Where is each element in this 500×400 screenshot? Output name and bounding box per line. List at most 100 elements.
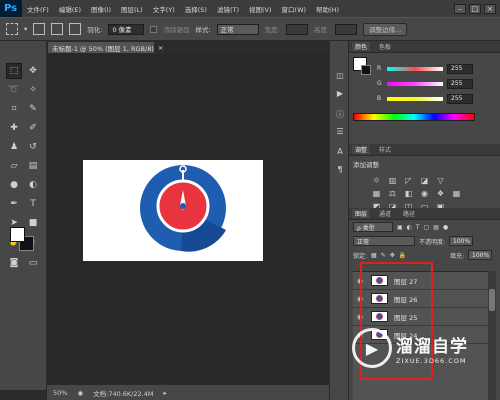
menu-view[interactable]: 视图(V) bbox=[244, 4, 277, 14]
fill-input[interactable]: 100% bbox=[468, 250, 492, 260]
subtract-selection-icon[interactable] bbox=[69, 23, 82, 35]
vibrance-icon[interactable]: ▽ bbox=[435, 175, 446, 185]
lock-transparent-icon[interactable]: ▦ bbox=[371, 252, 377, 259]
tab-paths[interactable]: 路径 bbox=[400, 209, 418, 218]
layer-row[interactable]: ◉ 图层 27 bbox=[353, 272, 488, 290]
layer-row[interactable]: ◉ 图层 24 bbox=[353, 326, 488, 344]
tab-swatches[interactable]: 色板 bbox=[376, 42, 394, 51]
filter-type-icon[interactable]: T bbox=[416, 224, 420, 231]
color-spectrum[interactable] bbox=[353, 113, 475, 121]
lock-move-icon[interactable]: ✥ bbox=[390, 252, 395, 259]
filter-pixel-icon[interactable]: ▣ bbox=[397, 224, 403, 231]
new-selection-icon[interactable] bbox=[33, 23, 46, 35]
tab-adjustments[interactable]: 调整 bbox=[352, 145, 371, 154]
visibility-eye-icon[interactable]: ◉ bbox=[357, 277, 365, 285]
black-white-icon[interactable]: ◧ bbox=[403, 188, 414, 198]
move-icon[interactable]: ✥ bbox=[25, 63, 41, 79]
exposure-icon[interactable]: ◪ bbox=[419, 175, 430, 185]
opacity-input[interactable]: 100% bbox=[449, 236, 474, 246]
channel-g-slider[interactable] bbox=[387, 81, 443, 86]
visibility-eye-icon[interactable]: ◉ bbox=[357, 295, 365, 303]
pen-icon[interactable]: ✒ bbox=[6, 196, 22, 212]
add-selection-icon[interactable] bbox=[51, 23, 64, 35]
menu-help[interactable]: 帮助(H) bbox=[311, 4, 344, 14]
channel-r-value[interactable]: 255 bbox=[447, 63, 473, 74]
foreground-color-swatch[interactable] bbox=[10, 227, 25, 242]
height-input[interactable] bbox=[335, 23, 358, 35]
status-info-icon[interactable]: ◉ bbox=[77, 389, 83, 397]
menu-layer[interactable]: 图层(L) bbox=[116, 4, 148, 14]
antialias-checkbox[interactable] bbox=[150, 25, 158, 33]
filter-adjust-icon[interactable]: ◐ bbox=[407, 224, 412, 231]
maximize-icon[interactable]: □ bbox=[469, 3, 481, 14]
zoom-level[interactable]: 50% bbox=[53, 389, 67, 397]
filter-shape-icon[interactable]: ▢ bbox=[424, 224, 430, 231]
curves-icon[interactable]: ◸ bbox=[403, 175, 414, 185]
healing-brush-icon[interactable]: ✚ bbox=[6, 120, 22, 136]
scroll-thumb[interactable] bbox=[489, 289, 495, 311]
history-icon[interactable]: ◫ bbox=[334, 71, 346, 83]
dropdown-arrow-icon[interactable]: ▾ bbox=[24, 25, 27, 33]
gradient-icon[interactable]: ▤ bbox=[25, 158, 41, 174]
visibility-eye-icon[interactable]: ◉ bbox=[357, 313, 365, 321]
eyedropper-icon[interactable]: ✎ bbox=[25, 101, 41, 117]
lock-all-icon[interactable]: 🔒 bbox=[399, 252, 406, 259]
menu-filter[interactable]: 滤镜(T) bbox=[212, 4, 244, 14]
menu-file[interactable]: 文件(F) bbox=[22, 4, 54, 14]
filter-smart-icon[interactable]: ▤ bbox=[433, 224, 439, 231]
tab-close-icon[interactable]: × bbox=[158, 44, 163, 52]
layer-filter-select[interactable]: ρ 类型 bbox=[353, 222, 393, 232]
tab-layers[interactable]: 图层 bbox=[352, 209, 371, 218]
channel-r-slider[interactable] bbox=[387, 66, 443, 71]
channel-g-value[interactable]: 255 bbox=[447, 78, 473, 89]
channel-b-value[interactable]: 255 bbox=[447, 93, 473, 104]
layer-row[interactable]: ◉ 图层 26 bbox=[353, 290, 488, 308]
document-tab[interactable]: 未标题-1 @ 50% (图层 1, RGB/8) × bbox=[47, 41, 163, 54]
blend-mode-select[interactable]: 正常 bbox=[353, 236, 415, 246]
levels-icon[interactable]: ▥ bbox=[387, 175, 398, 185]
info-icon[interactable]: ⓘ bbox=[334, 109, 346, 121]
menu-select[interactable]: 选择(S) bbox=[180, 4, 212, 14]
paragraph-icon[interactable]: ¶ bbox=[334, 165, 346, 177]
brightness-icon[interactable]: ☼ bbox=[371, 175, 382, 185]
text-icon[interactable]: T bbox=[25, 196, 41, 212]
close-icon[interactable]: × bbox=[484, 3, 496, 14]
hue-saturation-icon[interactable]: ▦ bbox=[371, 188, 382, 198]
filter-toggle-icon[interactable]: ● bbox=[443, 224, 448, 231]
stamp-icon[interactable]: ♟ bbox=[6, 139, 22, 155]
color-lookup-icon[interactable]: ▦ bbox=[451, 188, 462, 198]
blur-icon[interactable]: ● bbox=[6, 177, 22, 193]
lasso-icon[interactable]: ➰ bbox=[6, 82, 22, 98]
channel-mixer-icon[interactable]: ❖ bbox=[435, 188, 446, 198]
canvas[interactable] bbox=[83, 160, 263, 261]
crop-icon[interactable]: ⌗ bbox=[6, 101, 22, 117]
magic-wand-icon[interactable]: ✧ bbox=[25, 82, 41, 98]
layer-row[interactable]: ◉ 图层 25 bbox=[353, 308, 488, 326]
tab-channels[interactable]: 通道 bbox=[376, 209, 394, 218]
minimize-icon[interactable]: – bbox=[454, 3, 466, 14]
photo-filter-icon[interactable]: ◉ bbox=[419, 188, 430, 198]
visibility-eye-icon[interactable]: ◉ bbox=[357, 331, 365, 339]
tab-styles[interactable]: 样式 bbox=[376, 145, 394, 154]
style-select[interactable]: 正常 bbox=[216, 23, 259, 35]
character-icon[interactable]: A bbox=[334, 147, 346, 159]
history-brush-icon[interactable]: ↺ bbox=[25, 139, 41, 155]
menu-window[interactable]: 窗口(W) bbox=[277, 4, 312, 14]
marquee-tool-icon[interactable] bbox=[6, 23, 18, 35]
color-bg-swatch[interactable] bbox=[361, 65, 371, 75]
refine-edge-button[interactable]: 调整边缘... bbox=[363, 22, 408, 36]
lock-brush-icon[interactable]: ✎ bbox=[381, 252, 386, 259]
screen-mode-icon[interactable]: ▭ bbox=[25, 255, 41, 271]
menu-type[interactable]: 文字(Y) bbox=[148, 4, 180, 14]
color-balance-icon[interactable]: ⚖ bbox=[387, 188, 398, 198]
menu-edit[interactable]: 编辑(E) bbox=[54, 4, 86, 14]
brush-icon[interactable]: ✐ bbox=[25, 120, 41, 136]
width-input[interactable] bbox=[285, 23, 308, 35]
shape-icon[interactable]: ■ bbox=[25, 215, 41, 231]
actions-icon[interactable]: ▶ bbox=[334, 89, 346, 101]
layers-scrollbar[interactable] bbox=[488, 271, 496, 400]
properties-icon[interactable]: ☰ bbox=[334, 127, 346, 139]
feather-input[interactable]: 0 像素 bbox=[108, 23, 145, 35]
quick-mask-icon[interactable]: ◙ bbox=[6, 255, 22, 271]
rect-marquee-icon[interactable]: ⬚ bbox=[6, 63, 22, 79]
